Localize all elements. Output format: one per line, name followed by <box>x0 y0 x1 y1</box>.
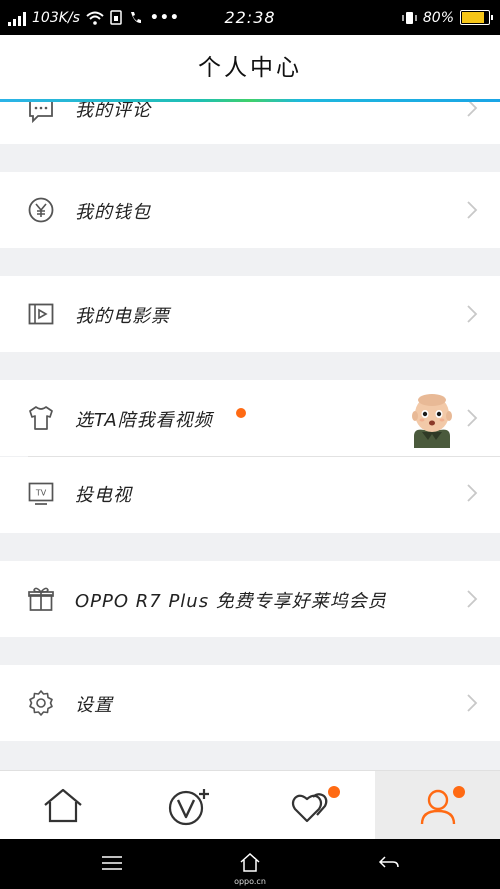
menu-label-oppo-member: OPPO R7 Plus 免费专享好莱坞会员 <box>75 591 387 612</box>
menu-label-wallet: 我的钱包 <box>75 202 151 223</box>
system-nav-bar: oppo.cn <box>0 839 500 889</box>
menu-label-pick-ta: 选TA陪我看视频 <box>75 410 213 431</box>
tv-icon: TV <box>28 482 54 505</box>
chevron-right-icon <box>467 694 478 712</box>
bottom-nav <box>0 770 500 840</box>
cartoon-avatar <box>412 394 452 448</box>
menu-label-tickets: 我的电影票 <box>75 306 170 327</box>
page-header: 个人中心 <box>0 35 500 102</box>
gear-icon <box>29 690 53 716</box>
svg-text:TV: TV <box>35 489 47 498</box>
vplus-icon <box>168 789 209 826</box>
tab-profile[interactable] <box>375 771 500 840</box>
chevron-right-icon <box>467 484 478 502</box>
tab-home[interactable] <box>0 771 125 840</box>
battery-icon <box>460 10 493 25</box>
notification-dot <box>453 786 465 798</box>
chevron-right-icon <box>467 305 478 323</box>
menu-item-oppo-member[interactable]: OPPO R7 Plus 免费专享好莱坞会员 <box>0 561 500 637</box>
menu-item-pick-ta[interactable]: 选TA陪我看视频 <box>0 380 500 456</box>
gift-icon <box>28 587 54 611</box>
tab-vplus[interactable] <box>125 771 250 840</box>
menu-item-settings[interactable]: 设置 <box>0 665 500 741</box>
status-bar: 103K/s ••• 22:38 80% <box>0 0 500 35</box>
vibrate-icon <box>402 11 417 24</box>
menu-label-settings: 设置 <box>75 695 113 716</box>
tab-favorites[interactable] <box>250 771 375 840</box>
back-icon[interactable] <box>378 854 400 872</box>
yen-icon <box>28 197 54 223</box>
menu-label-cast-tv: 投电视 <box>75 485 132 506</box>
menu-item-wallet[interactable]: 我的钱包 <box>0 172 500 248</box>
menu-list: 我的评论 我的钱包 我的电影票 选TA陪我看视频 TV 投电视 OPPO R7 … <box>0 72 500 770</box>
chevron-right-icon <box>467 409 478 427</box>
tshirt-icon <box>29 406 53 430</box>
ticket-icon <box>28 303 54 325</box>
menu-item-cast-tv[interactable]: TV 投电视 <box>0 457 500 533</box>
chevron-right-icon <box>467 590 478 608</box>
home-key-icon[interactable] <box>239 852 261 872</box>
header-accent-bar <box>0 99 500 102</box>
chevron-right-icon <box>467 201 478 219</box>
battery-percent: 80% <box>422 9 454 26</box>
new-badge-dot <box>236 408 246 418</box>
brand-watermark: oppo.cn <box>234 877 266 886</box>
menu-item-tickets[interactable]: 我的电影票 <box>0 276 500 352</box>
menu-icon[interactable] <box>102 856 122 870</box>
page-title: 个人中心 <box>198 55 302 81</box>
home-icon <box>44 788 82 823</box>
notification-dot <box>328 786 340 798</box>
